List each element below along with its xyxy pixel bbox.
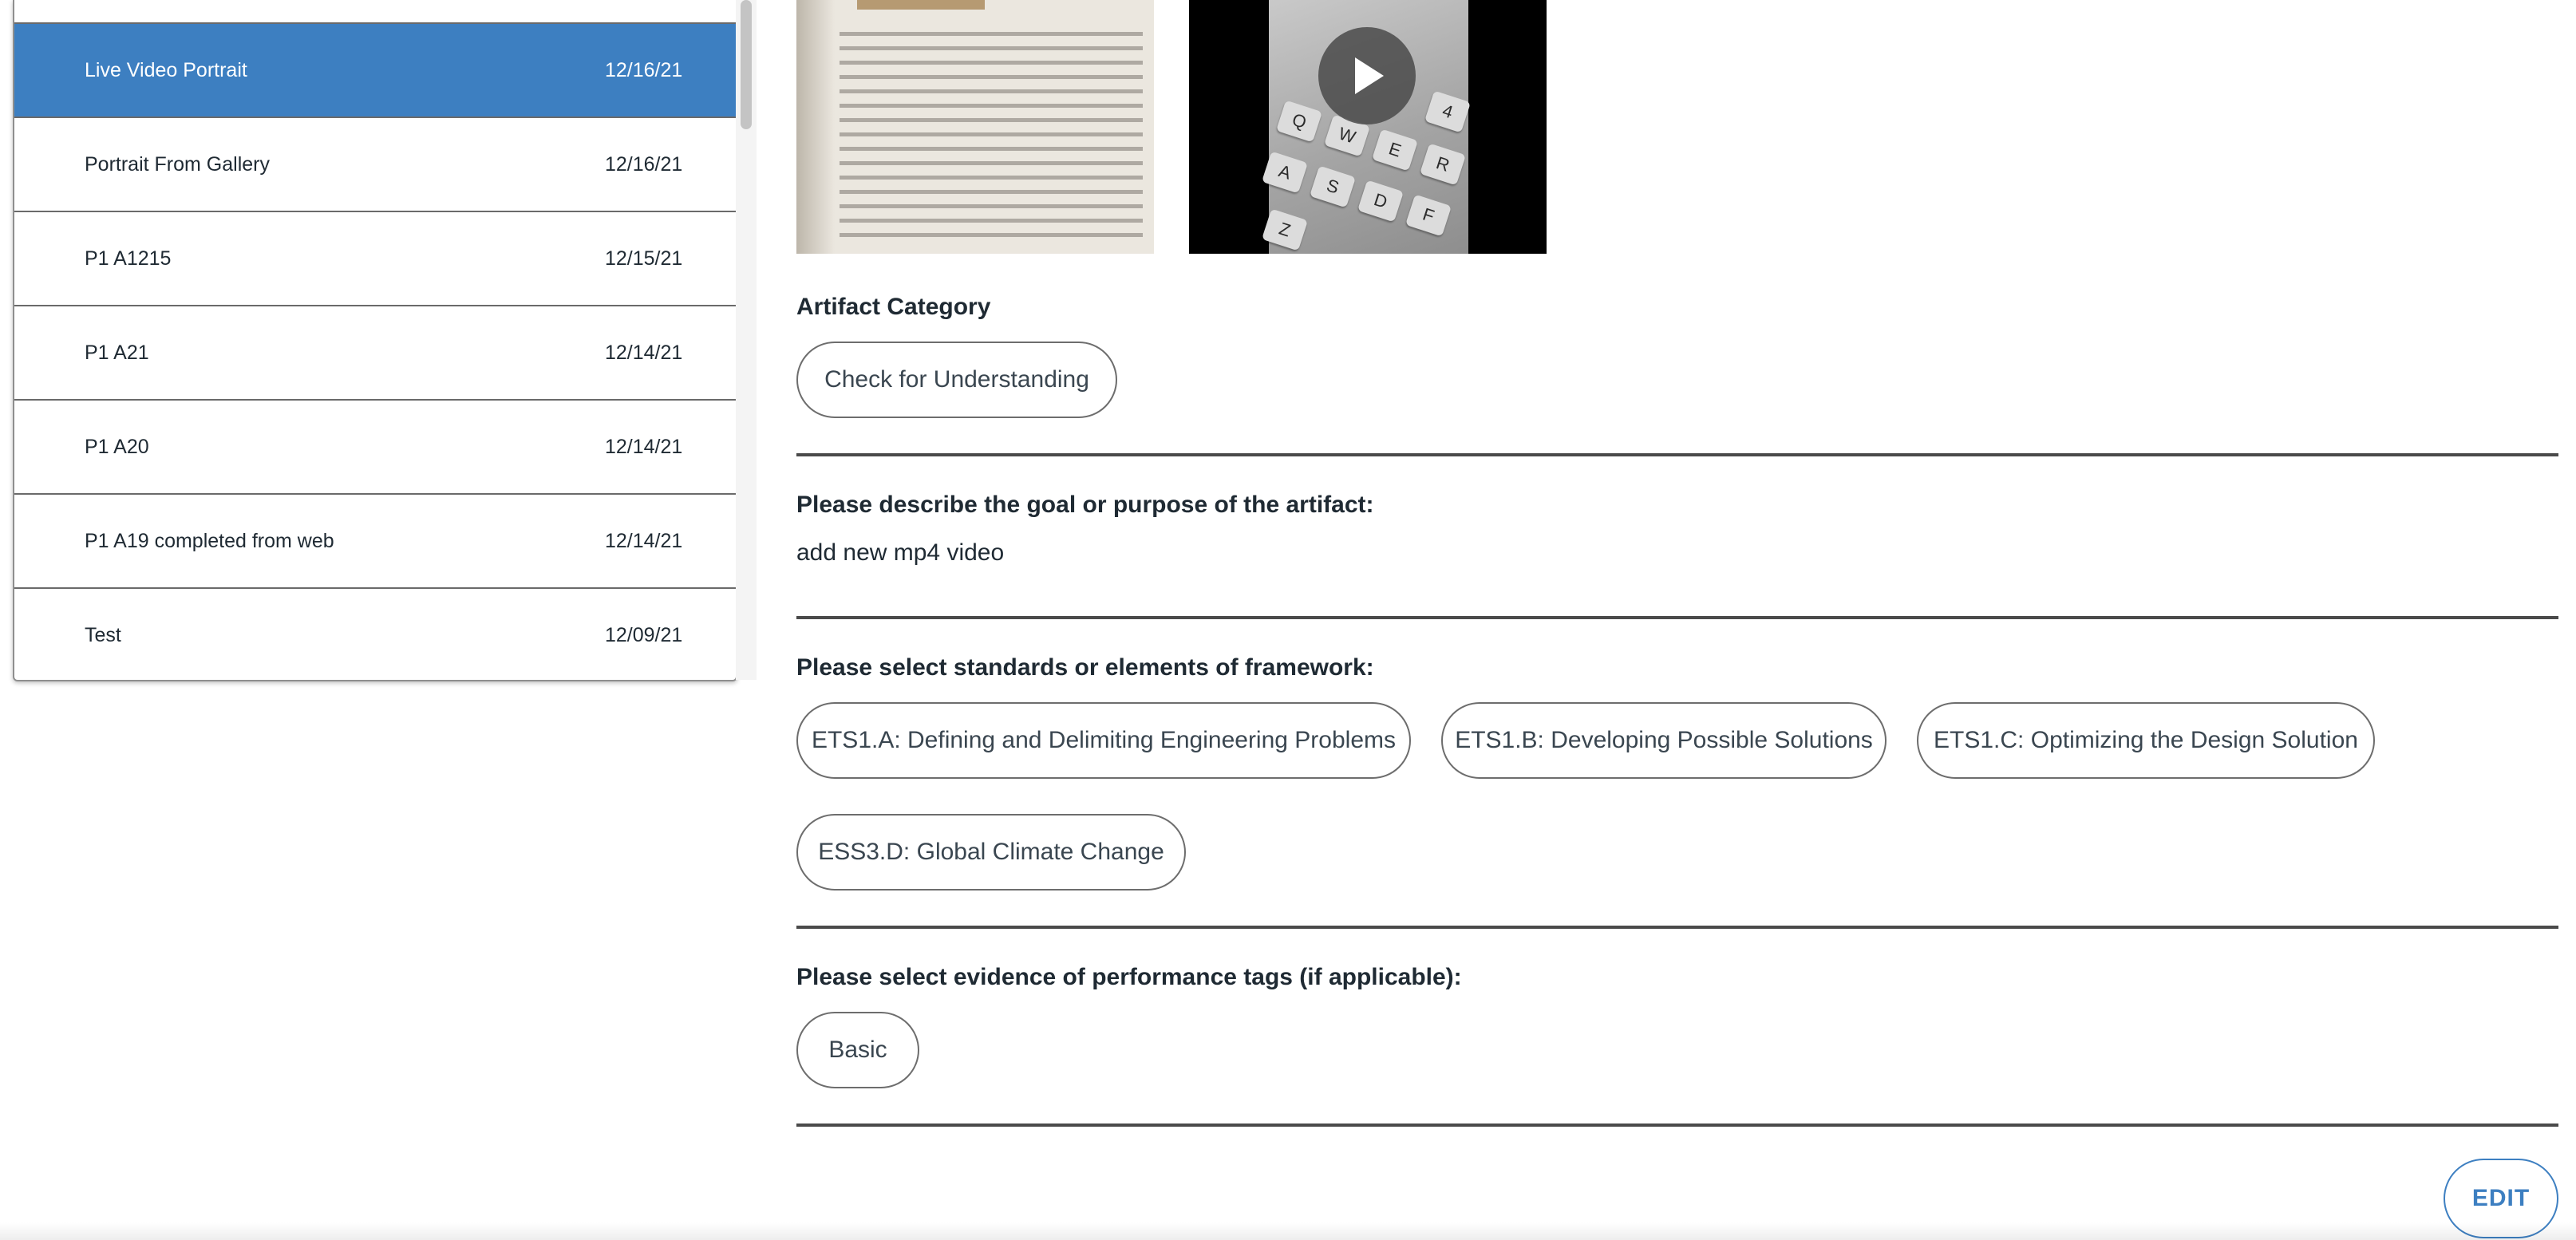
list-item[interactable]: P1 A20 12/14/21 xyxy=(14,401,736,495)
play-icon xyxy=(1355,57,1384,94)
performance-chip[interactable]: Basic xyxy=(796,1012,919,1088)
keyboard-key: Q xyxy=(1275,100,1323,143)
text-line xyxy=(840,89,1143,93)
video-thumbnail[interactable]: Q W E R 4 A S D F Z xyxy=(1189,0,1547,254)
standard-chip[interactable]: ETS1.A: Defining and Delimiting Engineer… xyxy=(796,702,1411,779)
text-line xyxy=(840,75,1143,79)
standards-label: Please select standards or elements of f… xyxy=(796,654,1374,681)
text-line xyxy=(840,104,1143,108)
performance-label: Please select evidence of performance ta… xyxy=(796,964,1462,990)
list-item-title: P1 A1215 xyxy=(85,247,172,270)
artifact-list: Live Video Portrait 12/16/21 Portrait Fr… xyxy=(13,0,737,681)
list-item-date: 12/14/21 xyxy=(605,341,683,364)
section-divider xyxy=(796,453,2558,456)
image-thumbnail[interactable] xyxy=(796,0,1154,254)
text-line xyxy=(840,176,1143,180)
text-line xyxy=(840,61,1143,65)
text-line xyxy=(840,161,1143,165)
standard-chip[interactable]: ESS3.D: Global Climate Change xyxy=(796,814,1186,891)
keyboard-key: A xyxy=(1261,151,1309,194)
text-line xyxy=(840,118,1143,122)
book-photo xyxy=(857,0,985,10)
text-line xyxy=(840,204,1143,208)
list-item-title: P1 A21 xyxy=(85,341,149,364)
text-line xyxy=(840,219,1143,223)
list-item-date: 12/14/21 xyxy=(605,435,683,458)
keyboard-key: E xyxy=(1371,128,1419,172)
list-item-date: 12/16/21 xyxy=(605,58,683,81)
list-item-title: Live Video Portrait xyxy=(85,58,247,81)
standard-chip[interactable]: ETS1.B: Developing Possible Solutions xyxy=(1441,702,1887,779)
list-item-date: 12/16/21 xyxy=(605,152,683,176)
bottom-bar-shadow xyxy=(0,1222,2576,1240)
standard-chip[interactable]: ETS1.C: Optimizing the Design Solution xyxy=(1917,702,2375,779)
book-gutter xyxy=(796,0,835,254)
text-line xyxy=(840,147,1143,151)
goal-label: Please describe the goal or purpose of t… xyxy=(796,492,1374,518)
list-item[interactable]: Portrait From Gallery 12/16/21 xyxy=(14,118,736,212)
list-item-title: Portrait From Gallery xyxy=(85,152,270,176)
text-line xyxy=(840,233,1143,237)
keyboard-key: 4 xyxy=(1424,90,1472,133)
list-top-partial-row[interactable] xyxy=(14,0,736,24)
list-item[interactable]: P1 A21 12/14/21 xyxy=(14,306,736,401)
list-item-title: Test xyxy=(85,623,121,646)
category-label: Artifact Category xyxy=(796,294,991,320)
list-item[interactable]: P1 A1215 12/15/21 xyxy=(14,212,736,306)
keyboard-key: Z xyxy=(1261,208,1309,251)
category-chip[interactable]: Check for Understanding xyxy=(796,342,1117,418)
section-divider xyxy=(796,926,2558,929)
list-item-date: 12/15/21 xyxy=(605,247,683,270)
list-item-title: P1 A19 completed from web xyxy=(85,529,334,552)
keyboard-key: D xyxy=(1357,180,1405,223)
text-line xyxy=(840,190,1143,194)
play-button[interactable] xyxy=(1318,27,1416,124)
list-item[interactable]: P1 A19 completed from web 12/14/21 xyxy=(14,495,736,589)
list-item-date: 12/09/21 xyxy=(605,623,683,646)
text-line xyxy=(840,32,1143,36)
keyboard-key: R xyxy=(1419,143,1467,186)
keyboard-key: S xyxy=(1309,165,1357,208)
section-divider xyxy=(796,1124,2558,1127)
goal-value: add new mp4 video xyxy=(796,539,1005,566)
list-item[interactable]: Test 12/09/21 xyxy=(14,589,736,680)
section-divider xyxy=(796,616,2558,619)
text-line xyxy=(840,46,1143,50)
text-line xyxy=(840,132,1143,136)
list-item-date: 12/14/21 xyxy=(605,529,683,552)
keyboard-key: F xyxy=(1405,194,1452,237)
list-scrollbar-thumb[interactable] xyxy=(741,0,752,129)
list-item-title: P1 A20 xyxy=(85,435,149,458)
list-item[interactable]: Live Video Portrait 12/16/21 xyxy=(14,24,736,118)
